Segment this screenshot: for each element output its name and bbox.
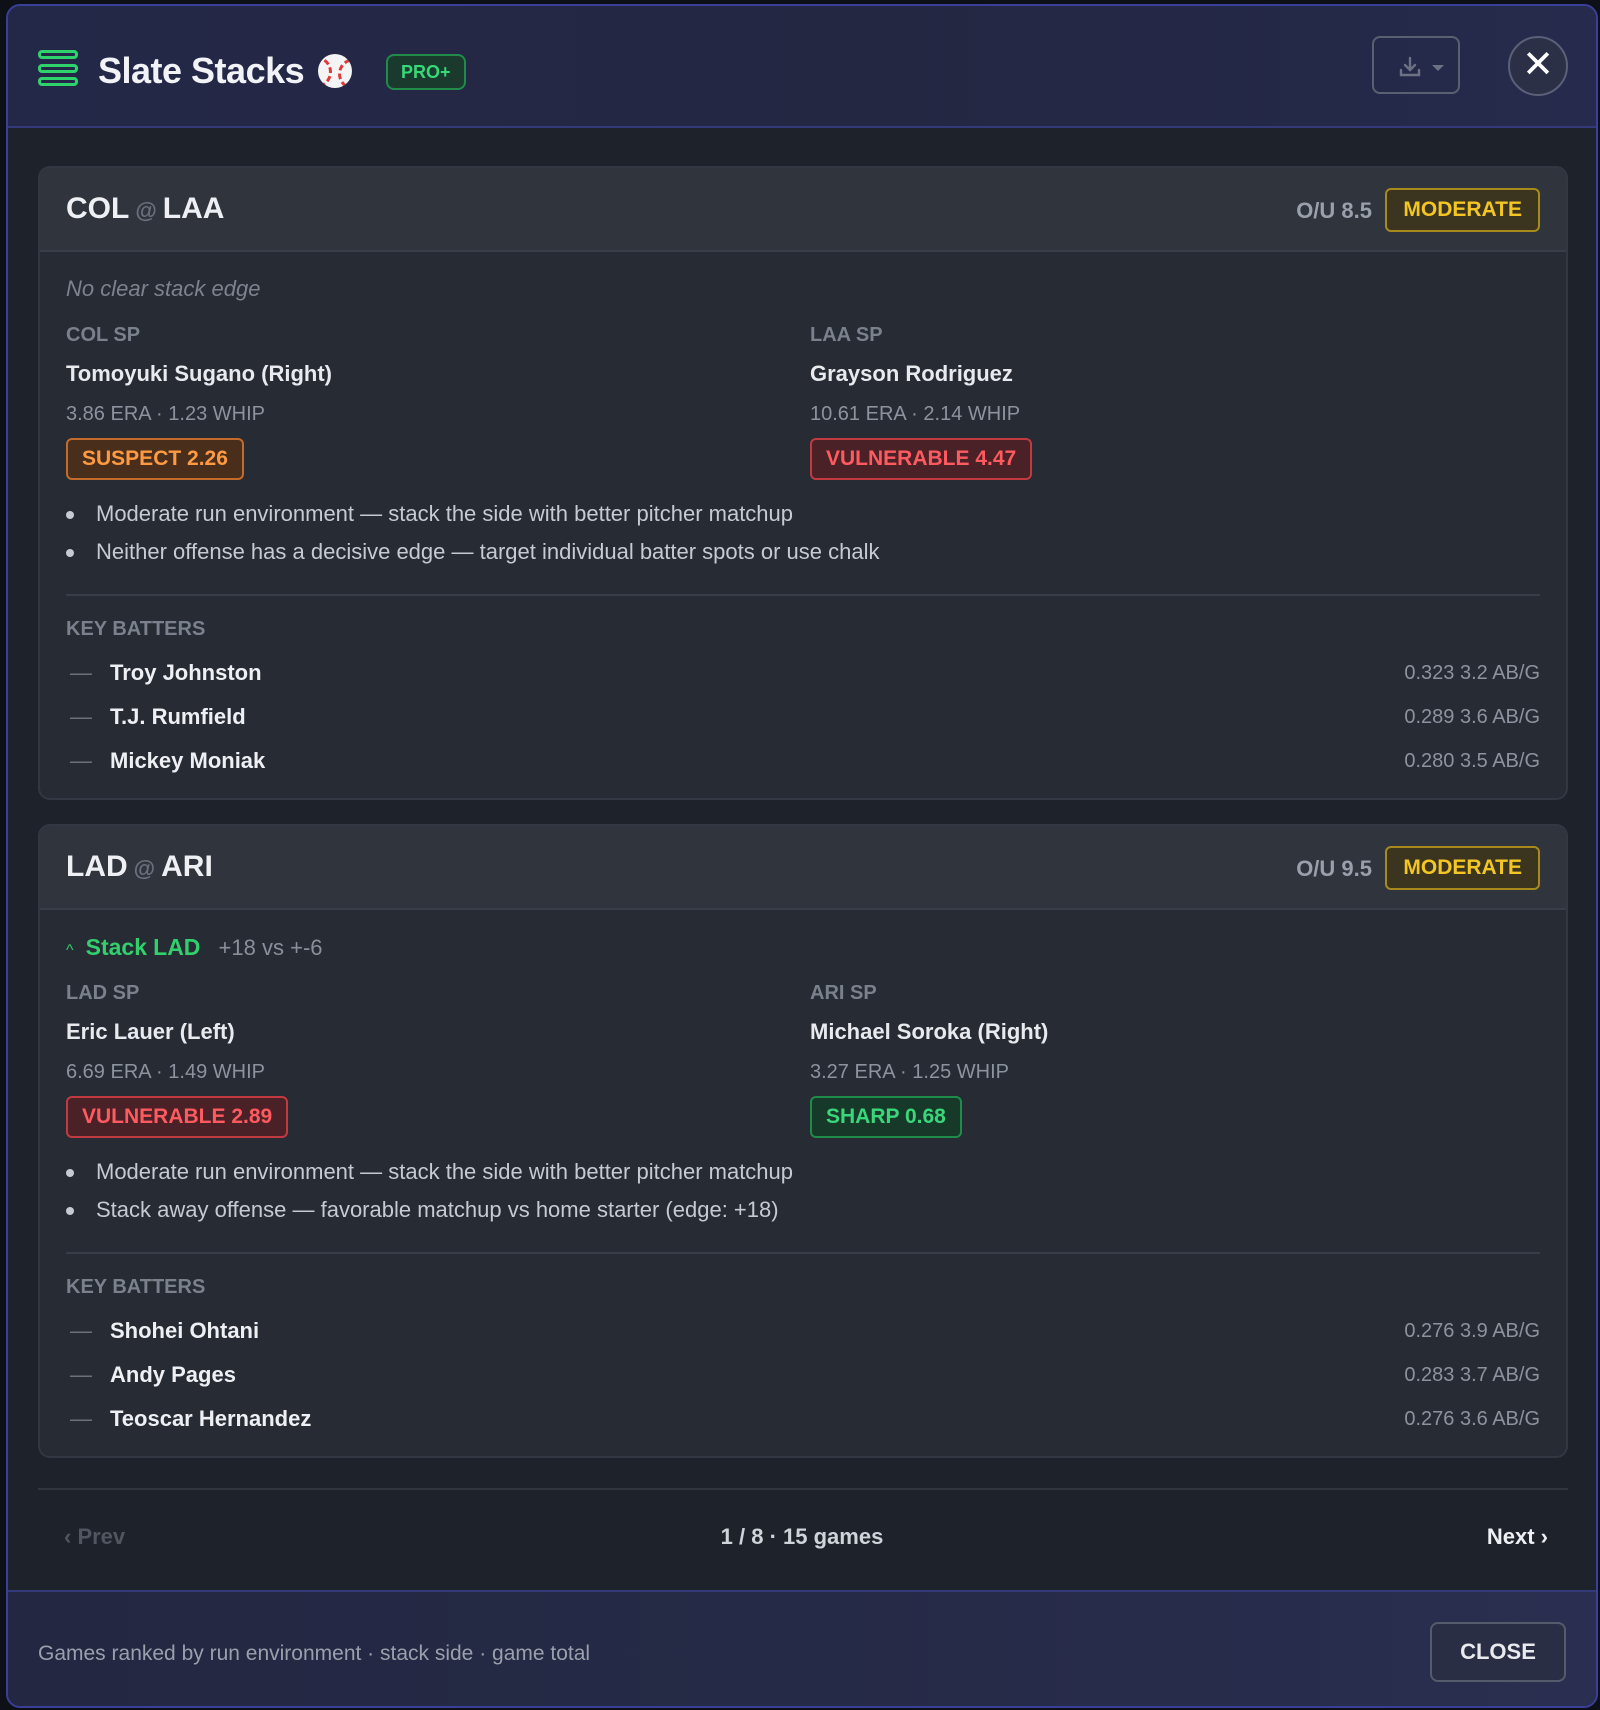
key-batters-title: KEY BATTERS [66, 618, 206, 640]
batter-name: Andy Pages [110, 1362, 236, 1387]
sp-stats: 3.86 ERA · 1.23 WHIP [66, 403, 265, 425]
batter-row[interactable]: — Andy Pages 0.283 3.7 AB/G [66, 1354, 1540, 1398]
sp-role: ARI SP [810, 982, 877, 1004]
dash: — [70, 1362, 92, 1387]
divider [66, 594, 1540, 596]
batter-stat: 0.323 3.2 AB/G [1404, 662, 1540, 684]
dash: — [70, 660, 92, 685]
game-card-header: LAD @ ARI O/U 9.5 MODERATE [40, 826, 1566, 910]
stack-edge: +18 vs +-6 [218, 935, 323, 960]
close-button[interactable]: CLOSE [1430, 1622, 1566, 1682]
sp-name: Eric Lauer (Left) [66, 1019, 235, 1044]
sp-rating-badge: VULNERABLE 4.47 [810, 438, 1033, 480]
slate-stacks-modal: Slate Stacks PRO+ ✕ COL @ LAA O/U 8.5 MODE… [6, 4, 1598, 1708]
sp-stats: 10.61 ERA · 2.14 WHIP [810, 403, 1021, 425]
batter-stat: 0.289 3.6 AB/G [1404, 706, 1540, 728]
stack-layers-icon [38, 50, 78, 86]
modal-header: Slate Stacks PRO+ ✕ [8, 6, 1596, 128]
dash: — [70, 1406, 92, 1431]
matchup-title: LAD @ ARI [66, 850, 213, 884]
run-environment-badge: MODERATE [1385, 846, 1540, 890]
download-icon [1399, 56, 1421, 77]
chevron-down-icon [1432, 65, 1444, 71]
key-batters-title: KEY BATTERS [66, 1276, 206, 1298]
dash: — [70, 748, 92, 773]
game-card: COL @ LAA O/U 8.5 MODERATE No clear stack … [38, 166, 1568, 800]
sp-rating-badge: VULNERABLE 2.89 [66, 1096, 289, 1138]
dash: — [70, 704, 92, 729]
batter-stat: 0.283 3.7 AB/G [1404, 1364, 1540, 1386]
batter-name: Mickey Moniak [110, 748, 266, 773]
sp-role: COL SP [66, 324, 141, 346]
away-team: COL [66, 192, 130, 225]
close-icon-button[interactable]: ✕ [1508, 36, 1568, 96]
batter-row[interactable]: — Shohei Ohtani 0.276 3.9 AB/G [66, 1310, 1540, 1354]
sp-stats: 6.69 ERA · 1.49 WHIP [66, 1061, 265, 1083]
stack-edge-text: No clear stack edge [66, 276, 261, 301]
home-team: ARI [161, 850, 213, 883]
home-starting-pitcher: LAA SP Grayson Rodriguez 10.61 ERA · 2.1… [810, 324, 1033, 480]
page-info: 1 / 8 · 15 games [720, 1524, 884, 1549]
stack-team: LAD [153, 934, 201, 960]
away-starting-pitcher: COL SP Tomoyuki Sugano (Right) 3.86 ERA … [66, 324, 332, 480]
batter-row[interactable]: — Teoscar Hernandez 0.276 3.6 AB/G [66, 1398, 1540, 1442]
sp-name: Tomoyuki Sugano (Right) [66, 361, 333, 386]
sp-role: LAD SP [66, 982, 140, 1004]
at-symbol: @ [133, 856, 156, 881]
pager-divider [38, 1488, 1568, 1490]
note-item: Stack away offense — favorable matchup v… [66, 1194, 793, 1232]
home-starting-pitcher: ARI SP Michael Soroka (Right) 3.27 ERA ·… [810, 982, 1048, 1138]
baseball-icon [318, 54, 352, 88]
batter-name: Teoscar Hernandez [110, 1406, 312, 1431]
divider [66, 1252, 1540, 1254]
game-card: LAD @ ARI O/U 9.5 MODERATE ^ Stack LAD +18… [38, 824, 1568, 1458]
batter-name: T.J. Rumfield [110, 704, 246, 729]
stack-label: Stack [85, 934, 148, 960]
modal-title: Slate Stacks [98, 50, 305, 91]
pro-badge: PRO+ [386, 54, 466, 90]
away-team: LAD [66, 850, 128, 883]
sp-rating-badge: SUSPECT 2.26 [66, 438, 244, 480]
batter-row[interactable]: — Mickey Moniak 0.280 3.5 AB/G [66, 740, 1540, 784]
modal-footer: Games ranked by run environment · stack … [8, 1590, 1596, 1706]
batter-stat: 0.276 3.6 AB/G [1404, 1408, 1540, 1430]
batter-row[interactable]: — Troy Johnston 0.323 3.2 AB/G [66, 652, 1540, 696]
chevron-up-icon: ^ [66, 942, 74, 959]
sp-name: Grayson Rodriguez [810, 361, 1013, 386]
game-notes: Moderate run environment — stack the sid… [66, 1156, 793, 1232]
home-team: LAA [162, 192, 225, 225]
sp-name: Michael Soroka (Right) [810, 1019, 1049, 1044]
note-item: Moderate run environment — stack the sid… [66, 498, 880, 536]
dash: — [70, 1318, 92, 1343]
key-batters-list: — Troy Johnston 0.323 3.2 AB/G — T.J. Ru… [66, 652, 1540, 784]
download-menu-button[interactable] [1372, 36, 1460, 94]
game-card-header: COL @ LAA O/U 8.5 MODERATE [40, 168, 1566, 252]
batter-name: Troy Johnston [110, 660, 262, 685]
batter-row[interactable]: — T.J. Rumfield 0.289 3.6 AB/G [66, 696, 1540, 740]
footer-caption: Games ranked by run environment · stack … [38, 1642, 591, 1665]
game-notes: Moderate run environment — stack the sid… [66, 498, 880, 574]
stack-recommendation: ^ Stack LAD +18 vs +-6 [66, 934, 323, 961]
away-starting-pitcher: LAD SP Eric Lauer (Left) 6.69 ERA · 1.49… [66, 982, 289, 1138]
run-environment-badge: MODERATE [1385, 188, 1540, 232]
sp-rating-badge: SHARP 0.68 [810, 1096, 962, 1138]
over-under: O/U 8.5 [1296, 198, 1372, 223]
next-button[interactable]: Next › [1487, 1524, 1548, 1550]
matchup-title: COL @ LAA [66, 192, 224, 226]
note-item: Moderate run environment — stack the sid… [66, 1156, 793, 1194]
key-batters-list: — Shohei Ohtani 0.276 3.9 AB/G — Andy Pa… [66, 1310, 1540, 1442]
at-symbol: @ [135, 198, 157, 223]
sp-stats: 3.27 ERA · 1.25 WHIP [810, 1061, 1009, 1083]
batter-stat: 0.280 3.5 AB/G [1404, 750, 1540, 772]
batter-stat: 0.276 3.9 AB/G [1404, 1320, 1540, 1342]
batter-name: Shohei Ohtani [110, 1318, 260, 1343]
sp-role: LAA SP [810, 324, 883, 346]
over-under: O/U 9.5 [1296, 856, 1372, 881]
note-item: Neither offense has a decisive edge — ta… [66, 536, 880, 574]
